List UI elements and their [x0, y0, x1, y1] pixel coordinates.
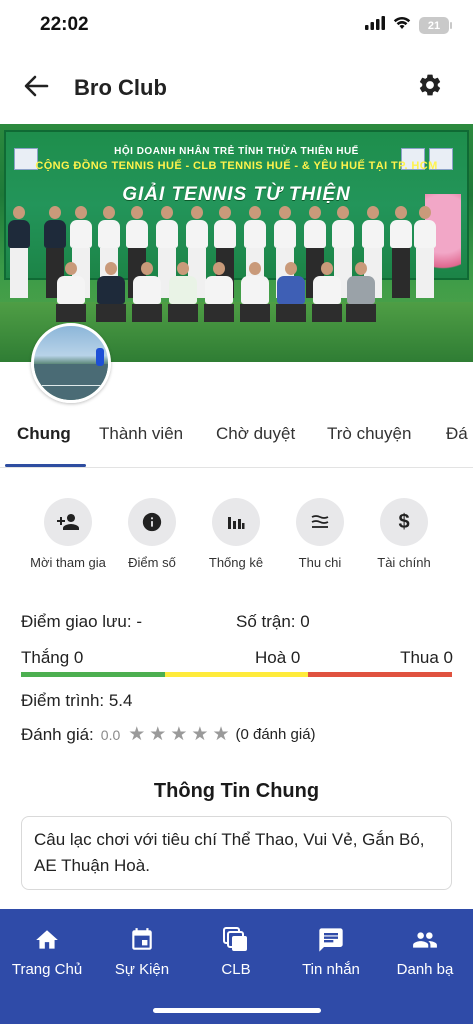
calendar-icon — [127, 925, 157, 955]
result-bar — [21, 672, 452, 677]
description-box: Câu lạc chơi với tiêu chí Thể Thao, Vui … — [21, 816, 452, 890]
wifi-icon — [393, 16, 411, 35]
score-button[interactable]: Điểm số — [110, 498, 194, 572]
result-bar-loss — [308, 672, 452, 677]
nav-home[interactable]: Trang Chủ — [0, 925, 94, 978]
tab-thanh-vien[interactable]: Thành viên — [99, 424, 183, 444]
banner-line-1: HỘI DOANH NHÂN TRẺ TỈNH THỪA THIÊN HUẾ — [114, 146, 359, 157]
skill-points: Điểm trình: 5.4 — [21, 691, 133, 710]
banner-line-2: CỘNG ĐỒNG TENNIS HUẾ - CLB TENNIS HUẾ - … — [35, 160, 438, 172]
nav-events-label: Sự Kiện — [114, 961, 170, 978]
general-info-title: Thông Tin Chung — [153, 780, 320, 802]
star-icon: ★ — [128, 724, 146, 745]
add-person-icon — [44, 498, 92, 546]
banner-line-3: GIẢI TENNIS TỪ THIỆN — [122, 184, 351, 205]
income-expense-label: Thu chi — [298, 555, 342, 570]
rating-count: (0 đánh giá) — [235, 726, 316, 743]
result-bar-draw — [165, 672, 308, 677]
battery-level: 21 — [427, 19, 441, 32]
home-icon — [32, 925, 62, 955]
info-icon — [128, 498, 176, 546]
tab-tro-chuyen[interactable]: Trò chuyện — [327, 424, 411, 444]
signal-icon — [365, 16, 385, 35]
cover-person — [240, 262, 270, 322]
finance-label: Tài chính — [377, 555, 431, 570]
gear-icon — [417, 72, 443, 103]
club-icon — [221, 925, 251, 955]
income-expense-button[interactable]: Thu chi — [278, 498, 362, 572]
nav-home-label: Trang Chủ — [11, 961, 83, 978]
score-label: Điểm số — [128, 555, 176, 570]
nav-club[interactable]: CLB — [189, 925, 283, 978]
cover-person — [346, 262, 376, 322]
settings-button[interactable] — [415, 72, 445, 102]
cover-person — [312, 262, 342, 322]
nav-messages-label: Tin nhắn — [302, 961, 360, 978]
back-button[interactable] — [20, 74, 52, 102]
cover-person — [276, 262, 306, 322]
result-bar-win — [21, 672, 165, 677]
cover-person — [96, 262, 126, 322]
nav-club-label: CLB — [221, 961, 251, 978]
nav-messages[interactable]: Tin nhắn — [284, 925, 378, 978]
draws: Hoà 0 — [255, 648, 301, 667]
statistics-label: Thống kê — [208, 555, 264, 570]
back-arrow-icon — [23, 75, 49, 102]
match-count: Số trận: 0 — [236, 612, 310, 631]
finance-button[interactable]: $ Tài chính — [362, 498, 446, 572]
dollar-icon: $ — [380, 498, 428, 546]
cover-person — [168, 262, 198, 322]
statistics-button[interactable]: Thống kê — [194, 498, 278, 572]
nav-contacts[interactable]: Danh bạ — [378, 925, 472, 978]
invite-button[interactable]: Mời tham gia — [26, 498, 110, 572]
avatar-player — [96, 348, 104, 366]
page-title: Bro Club — [74, 75, 167, 100]
rating-value: 0.0 — [100, 726, 121, 743]
battery-icon: 21 — [419, 17, 452, 34]
star-icon: ★ — [191, 724, 209, 745]
tab-more[interactable]: Đá — [446, 424, 468, 444]
nav-events[interactable]: Sự Kiện — [95, 925, 189, 978]
bottom-nav: Trang Chủ Sự Kiện CLB Tin nhắn Danh bạ — [0, 909, 473, 1024]
rating-label: Đánh giá: — [21, 724, 94, 744]
contacts-icon — [410, 925, 440, 955]
club-avatar[interactable] — [31, 323, 111, 403]
cover-person — [8, 206, 30, 298]
rating-stars: ★ ★ ★ ★ ★ — [128, 723, 233, 746]
quick-actions: Mời tham gia Điểm số Thống kê Thu chi $ … — [0, 498, 473, 598]
avatar-court — [34, 364, 108, 400]
cover-person — [204, 262, 234, 322]
avatar-court-line — [42, 385, 106, 386]
cover-person — [390, 206, 412, 298]
invite-label: Mời tham gia — [30, 555, 106, 570]
app-header: Bro Club — [0, 60, 473, 116]
bar-chart-icon — [212, 498, 260, 546]
cover-person — [132, 262, 162, 322]
losses: Thua 0 — [400, 648, 453, 667]
wins: Thắng 0 — [21, 648, 84, 667]
status-icons: 21 — [365, 16, 452, 35]
home-indicator — [153, 1008, 321, 1013]
tab-cho-duyet[interactable]: Chờ duyệt — [216, 424, 295, 444]
status-time: 22:02 — [40, 14, 89, 35]
star-icon: ★ — [170, 724, 188, 745]
tab-bar: Chung Thành viên Chờ duyệt Trò chuyện Đá — [0, 410, 473, 468]
star-icon: ★ — [149, 724, 167, 745]
nav-contacts-label: Danh bạ — [396, 961, 454, 978]
exchange-points: Điểm giao lưu: - — [21, 612, 142, 631]
tab-indicator — [5, 464, 86, 467]
chat-icon — [316, 925, 346, 955]
status-bar: 22:02 21 — [0, 0, 473, 52]
cover-person — [56, 262, 86, 322]
star-icon: ★ — [212, 724, 230, 745]
wave-icon — [296, 498, 344, 546]
cover-person — [414, 206, 436, 298]
rating-row: Đánh giá: 0.0 ★ ★ ★ ★ ★ (0 đánh giá) — [21, 723, 316, 746]
tab-chung[interactable]: Chung — [17, 424, 71, 444]
